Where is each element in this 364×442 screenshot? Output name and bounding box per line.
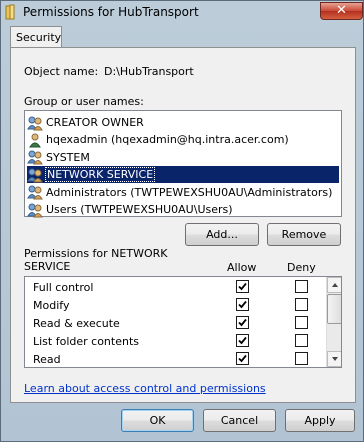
- deny-column-header: Deny: [287, 261, 316, 274]
- folder-icon: [5, 4, 15, 20]
- allow-checkbox[interactable]: [236, 316, 249, 329]
- checkmark-icon: [238, 300, 247, 309]
- cancel-button[interactable]: Cancel: [203, 409, 276, 432]
- user-group-icon: [27, 150, 43, 165]
- add-button[interactable]: Add...: [185, 223, 259, 246]
- security-panel: Object name: D:\HubTransport Group or us…: [10, 47, 356, 403]
- object-name-value: D:\HubTransport: [104, 65, 194, 78]
- permission-name: Read: [33, 353, 61, 366]
- allow-checkbox[interactable]: [236, 352, 249, 365]
- deny-checkbox[interactable]: [295, 316, 308, 329]
- permission-row: Modify: [25, 296, 325, 314]
- object-name-label: Object name:: [24, 65, 99, 78]
- help-link[interactable]: Learn about access control and permissio…: [24, 382, 266, 395]
- user-name: Administrators (TWTPEWEXSHU0AU\Administr…: [46, 185, 333, 199]
- deny-checkbox[interactable]: [295, 298, 308, 311]
- user-name: hqexadmin (hqexadmin@hq.intra.acer.com): [46, 133, 289, 147]
- scroll-down-button[interactable]: [327, 351, 341, 367]
- user-list-item[interactable]: Users (TWTPEWEXSHU0AU\Users): [27, 201, 339, 218]
- user-name: NETWORK SERVICE: [44, 167, 156, 183]
- scroll-thumb[interactable]: [327, 294, 341, 324]
- permissions-list: Read List folder contents Read & execute Mo…: [24, 276, 342, 368]
- deny-checkbox[interactable]: [295, 352, 308, 365]
- user-name: SYSTEM: [46, 150, 90, 164]
- window-title: Permissions for HubTransport: [23, 5, 199, 19]
- checkmark-icon: [238, 282, 247, 291]
- title-bar: Permissions for HubTransport ✕: [1, 1, 363, 23]
- allow-checkbox[interactable]: [236, 280, 249, 293]
- ok-button[interactable]: OK: [121, 409, 194, 432]
- tab-security[interactable]: Security: [10, 26, 62, 48]
- scroll-up-button[interactable]: [327, 277, 341, 293]
- permission-row: List folder contents: [25, 332, 325, 350]
- permission-row: Read & execute: [25, 314, 325, 332]
- user-list-item[interactable]: hqexadmin (hqexadmin@hq.intra.acer.com): [27, 131, 339, 148]
- user-group-icon: [27, 168, 43, 183]
- deny-checkbox[interactable]: [295, 280, 308, 293]
- group-user-list[interactable]: CREATOR OWNER hqexadmin (hqexadmin@hq.int…: [24, 110, 342, 217]
- user-icon: [29, 133, 41, 148]
- permissions-dialog: Permissions for HubTransport ✕ Security …: [0, 0, 364, 442]
- user-group-icon: [27, 185, 43, 200]
- arrow-up-icon: [332, 283, 338, 287]
- user-group-icon: [27, 116, 43, 130]
- user-name: Users (TWTPEWEXSHU0AU\Users): [46, 203, 233, 216]
- arrow-down-icon: [332, 357, 338, 361]
- allow-checkbox[interactable]: [236, 298, 249, 311]
- remove-button[interactable]: Remove: [267, 223, 341, 246]
- allow-checkbox[interactable]: [236, 334, 249, 347]
- permission-name: Full control: [33, 281, 94, 294]
- permission-name: List folder contents: [33, 335, 139, 348]
- permission-row: Read: [25, 350, 325, 367]
- permissions-scrollbar[interactable]: [326, 277, 341, 367]
- allow-column-header: Allow: [227, 261, 257, 274]
- user-list-item[interactable]: SYSTEM: [27, 149, 339, 166]
- close-icon: ✕: [336, 3, 347, 18]
- user-list-item[interactable]: CREATOR OWNER: [27, 114, 339, 131]
- permissions-for-label: Permissions for NETWORK SERVICE: [24, 247, 168, 273]
- checkmark-icon: [238, 318, 247, 327]
- user-list-item[interactable]: NETWORK SERVICE: [27, 166, 339, 184]
- user-list-item[interactable]: Administrators (TWTPEWEXSHU0AU\Administr…: [27, 184, 339, 201]
- permission-row: Full control: [25, 278, 325, 296]
- apply-button[interactable]: Apply: [285, 409, 355, 432]
- permission-name: Modify: [33, 299, 70, 312]
- permission-name: Read & execute: [33, 317, 120, 330]
- checkmark-icon: [238, 336, 247, 345]
- close-button[interactable]: ✕: [320, 2, 363, 20]
- group-names-label: Group or user names:: [24, 95, 144, 108]
- user-name: CREATOR OWNER: [46, 116, 144, 129]
- checkmark-icon: [238, 354, 247, 363]
- user-group-icon: [27, 203, 43, 217]
- deny-checkbox[interactable]: [295, 334, 308, 347]
